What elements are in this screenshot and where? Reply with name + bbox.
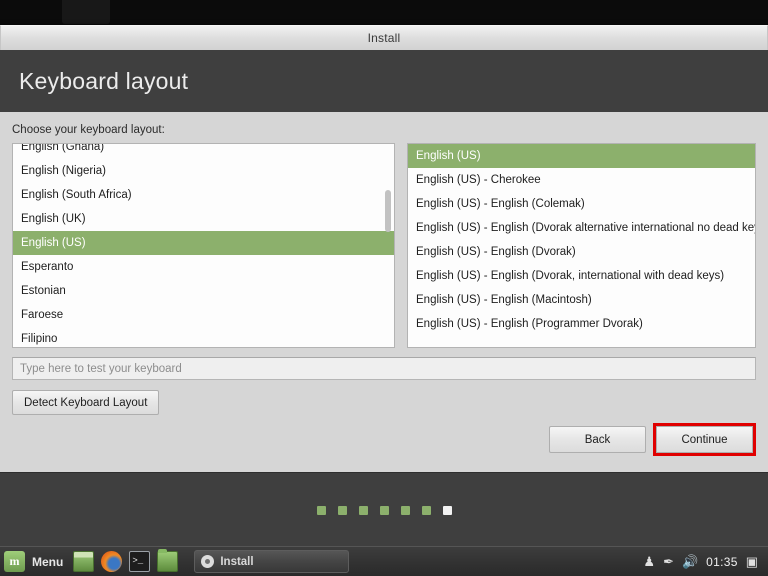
volume-icon[interactable]: 🔊 bbox=[682, 555, 698, 568]
progress-dot bbox=[338, 506, 347, 515]
keyboard-layout-item[interactable]: English (Nigeria) bbox=[13, 159, 394, 183]
system-tray: ♟ ✒ 🔊 01:35 ▣ bbox=[643, 555, 764, 569]
taskbar-left: m Menu >_ Install bbox=[4, 550, 349, 573]
keyboard-variant-item[interactable]: English (US) - English (Programmer Dvora… bbox=[408, 312, 755, 336]
keyboard-variant-item[interactable]: English (US) - English (Colemak) bbox=[408, 192, 755, 216]
menu-button-label[interactable]: Menu bbox=[32, 555, 63, 569]
keyboard-layout-item[interactable]: English (UK) bbox=[13, 207, 394, 231]
continue-button[interactable]: Continue bbox=[656, 426, 753, 453]
keyboard-test-placeholder: Type here to test your keyboard bbox=[20, 363, 182, 375]
progress-dots bbox=[0, 472, 768, 547]
install-app-icon bbox=[201, 555, 214, 568]
desktop-window-edge bbox=[62, 0, 110, 24]
window-titlebar[interactable]: Install bbox=[0, 25, 768, 50]
taskbar-window-button-install[interactable]: Install bbox=[194, 550, 349, 573]
layout-list-scrollbar[interactable] bbox=[385, 190, 391, 232]
keyboard-layout-item[interactable]: English (South Africa) bbox=[13, 183, 394, 207]
detect-keyboard-layout-button[interactable]: Detect Keyboard Layout bbox=[12, 390, 159, 415]
pen-icon[interactable]: ✒ bbox=[663, 555, 674, 568]
mint-menu-icon[interactable]: m bbox=[4, 551, 25, 572]
back-button[interactable]: Back bbox=[549, 426, 646, 453]
terminal-icon[interactable]: >_ bbox=[129, 551, 150, 572]
progress-dot bbox=[422, 506, 431, 515]
display-icon[interactable]: ▣ bbox=[746, 555, 758, 568]
taskbar: m Menu >_ Install ♟ ✒ 🔊 01:35 ▣ bbox=[0, 546, 768, 576]
progress-dot bbox=[317, 506, 326, 515]
progress-dot-current bbox=[443, 506, 452, 515]
taskbar-window-label: Install bbox=[220, 556, 253, 568]
keyboard-variant-item[interactable]: English (US) - English (Macintosh) bbox=[408, 288, 755, 312]
user-icon[interactable]: ♟ bbox=[643, 555, 655, 568]
firefox-icon[interactable] bbox=[101, 551, 122, 572]
keyboard-variant-item[interactable]: English (US) bbox=[408, 144, 755, 168]
window-title: Install bbox=[368, 31, 401, 45]
progress-dot bbox=[401, 506, 410, 515]
keyboard-variant-list[interactable]: English (US)English (US) - CherokeeEngli… bbox=[407, 143, 756, 348]
keyboard-variant-item[interactable]: English (US) - English (Dvorak) bbox=[408, 240, 755, 264]
keyboard-variant-item[interactable]: English (US) - English (Dvorak alternati… bbox=[408, 216, 755, 240]
keyboard-layout-item[interactable]: English (US) bbox=[13, 231, 394, 255]
keyboard-layout-item[interactable]: Esperanto bbox=[13, 255, 394, 279]
progress-dot bbox=[359, 506, 368, 515]
keyboard-layout-item[interactable]: Estonian bbox=[13, 279, 394, 303]
page-title: Keyboard layout bbox=[19, 68, 188, 95]
choose-layout-label: Choose your keyboard layout: bbox=[12, 112, 756, 143]
page-header: Keyboard layout bbox=[0, 50, 768, 112]
clock[interactable]: 01:35 bbox=[706, 555, 738, 569]
keyboard-layout-item[interactable]: English (Ghana) bbox=[13, 143, 394, 159]
keyboard-layout-list[interactable]: English (Ghana)English (Nigeria)English … bbox=[12, 143, 395, 348]
keyboard-variant-item[interactable]: English (US) - English (Dvorak, internat… bbox=[408, 264, 755, 288]
keyboard-layout-item[interactable]: Faroese bbox=[13, 303, 394, 327]
file-manager-icon[interactable] bbox=[157, 551, 178, 572]
content-area: Choose your keyboard layout: English (Gh… bbox=[0, 112, 768, 472]
installer-window: Install Keyboard layout Choose your keyb… bbox=[0, 25, 768, 546]
navigation-buttons: Back Continue bbox=[549, 423, 756, 456]
keyboard-layout-item[interactable]: Filipino bbox=[13, 327, 394, 348]
progress-dot bbox=[380, 506, 389, 515]
keyboard-variant-item[interactable]: English (US) - Cherokee bbox=[408, 168, 755, 192]
continue-button-highlight: Continue bbox=[653, 423, 756, 456]
show-desktop-icon[interactable] bbox=[73, 551, 94, 572]
layout-lists-row: English (Ghana)English (Nigeria)English … bbox=[12, 143, 756, 348]
keyboard-test-input[interactable]: Type here to test your keyboard bbox=[12, 357, 756, 380]
